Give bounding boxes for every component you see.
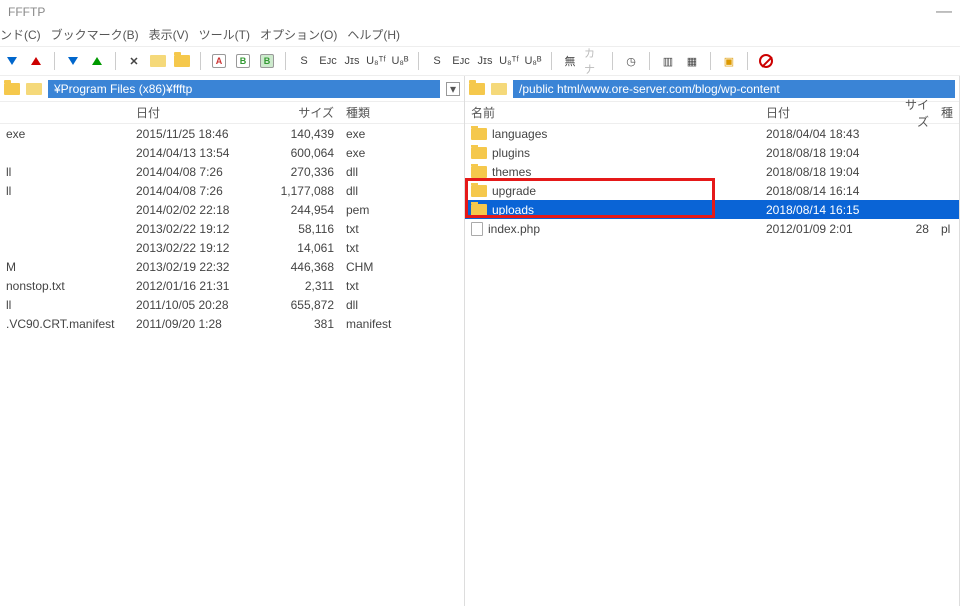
delete-icon[interactable]: ✕	[124, 51, 144, 71]
file-row[interactable]: ll2014/04/08 7:261,177,088dll	[0, 181, 464, 200]
header-kind[interactable]: 種	[935, 102, 959, 123]
file-row[interactable]: .VC90.CRT.manifest2011/09/20 1:28381mani…	[0, 314, 464, 333]
file-row[interactable]: M2013/02/19 22:32446,368CHM	[0, 257, 464, 276]
file-row[interactable]: 2013/02/22 19:1258,116txt	[0, 219, 464, 238]
file-row[interactable]: nonstop.txt2012/01/16 21:312,311txt	[0, 276, 464, 295]
file-row[interactable]: upgrade2018/08/14 16:14	[465, 181, 959, 200]
newfolder-icon[interactable]	[172, 51, 192, 71]
enc2-euc-button[interactable]: Eᴊc	[451, 51, 471, 71]
opt-kana-button[interactable]: カナ	[584, 51, 604, 71]
toolbar: ✕ A B B S Eᴊc Jɪs U₈ᵀᶠ U₈ᴮ S Eᴊc Jɪs U₈ᵀ…	[0, 46, 960, 76]
mode-b-button[interactable]: B	[233, 51, 253, 71]
app-title: FFFTP	[8, 5, 45, 19]
remote-path-input[interactable]: /public html/www.ore-server.com/blog/wp-…	[513, 80, 955, 98]
header-name[interactable]: 名前	[465, 102, 760, 123]
enc-jis-button[interactable]: Jɪs	[342, 51, 362, 71]
enc-euc-button[interactable]: Eᴊc	[318, 51, 338, 71]
folder-up-icon[interactable]	[4, 83, 20, 95]
mode-a-button[interactable]: A	[209, 51, 229, 71]
local-path-input[interactable]: ¥Program Files (x86)¥ffftp	[48, 80, 440, 98]
menu-help[interactable]: ヘルプ(H)	[347, 26, 400, 44]
file-row[interactable]: uploads2018/08/14 16:15	[465, 200, 959, 219]
enc-u8b-button[interactable]: U₈ᴮ	[390, 51, 410, 71]
folder-icon	[471, 166, 487, 178]
download-icon[interactable]	[2, 51, 22, 71]
header-date[interactable]: 日付	[760, 102, 890, 123]
remote-file-list[interactable]: languages2018/04/04 18:43plugins2018/08/…	[465, 124, 959, 606]
local-headers: 日付 サイズ 種類	[0, 102, 464, 124]
menu-command[interactable]: ンド(C)	[0, 26, 41, 44]
enc2-jis-button[interactable]: Jɪs	[475, 51, 495, 71]
mode-b2-button[interactable]: B	[257, 51, 277, 71]
menu-option[interactable]: オプション(O)	[260, 26, 337, 44]
folder-icon	[471, 147, 487, 159]
local-file-list[interactable]: exe2015/11/25 18:46140,439exe2014/04/13 …	[0, 124, 464, 606]
menu-bar: ンド(C) ブックマーク(B) 表示(V) ツール(T) オプション(O) ヘル…	[0, 24, 960, 46]
rename2-icon[interactable]: ▣	[719, 51, 739, 71]
rename-icon[interactable]	[148, 51, 168, 71]
enc2-u8b-button[interactable]: U₈ᴮ	[523, 51, 543, 71]
folder-up-icon[interactable]	[469, 83, 485, 95]
enc-s-button[interactable]: S	[294, 51, 314, 71]
folder-icon	[471, 185, 487, 197]
folder-open-icon[interactable]	[491, 83, 507, 95]
file-icon	[471, 222, 483, 236]
remote-path-bar: /public html/www.ore-server.com/blog/wp-…	[465, 76, 959, 102]
file-row[interactable]: plugins2018/08/18 19:04	[465, 143, 959, 162]
header-size[interactable]: サイズ	[270, 102, 340, 123]
file-row[interactable]: ll2014/04/08 7:26270,336dll	[0, 162, 464, 181]
enc2-s-button[interactable]: S	[427, 51, 447, 71]
download2-icon[interactable]	[63, 51, 83, 71]
opt-mu-button[interactable]: 無	[560, 51, 580, 71]
local-pane: ¥Program Files (x86)¥ffftp ▾ 日付 サイズ 種類 e…	[0, 76, 465, 606]
file-row[interactable]: 2014/02/02 22:18244,954pem	[0, 200, 464, 219]
file-row[interactable]: themes2018/08/18 19:04	[465, 162, 959, 181]
upload2-icon[interactable]	[87, 51, 107, 71]
file-row[interactable]: index.php2012/01/09 2:0128pl	[465, 219, 959, 238]
clock-icon[interactable]: ◷	[621, 51, 641, 71]
remote-pane: /public html/www.ore-server.com/blog/wp-…	[465, 76, 960, 606]
folder-icon	[471, 204, 487, 216]
header-date[interactable]: 日付	[130, 102, 270, 123]
enc-utf-button[interactable]: U₈ᵀᶠ	[366, 51, 386, 71]
title-bar: FFFTP —	[0, 0, 960, 24]
file-row[interactable]: ll2011/10/05 20:28655,872dll	[0, 295, 464, 314]
folder-open-icon[interactable]	[26, 83, 42, 95]
menu-tool[interactable]: ツール(T)	[199, 26, 250, 44]
list-view-icon[interactable]: ▥	[658, 51, 678, 71]
remote-headers: 名前 日付 サイズ 種	[465, 102, 959, 124]
header-kind[interactable]: 種類	[340, 102, 400, 123]
header-name[interactable]	[0, 111, 130, 115]
upload-icon[interactable]	[26, 51, 46, 71]
menu-bookmark[interactable]: ブックマーク(B)	[51, 26, 139, 44]
folder-icon	[471, 128, 487, 140]
file-row[interactable]: 2013/02/22 19:1214,061txt	[0, 238, 464, 257]
path-dropdown-button[interactable]: ▾	[446, 82, 460, 96]
file-row[interactable]: languages2018/04/04 18:43	[465, 124, 959, 143]
menu-view[interactable]: 表示(V)	[149, 26, 189, 44]
local-path-bar: ¥Program Files (x86)¥ffftp ▾	[0, 76, 464, 102]
detail-view-icon[interactable]: ▦	[682, 51, 702, 71]
minimize-button[interactable]: —	[936, 3, 952, 21]
stop-icon[interactable]	[756, 51, 776, 71]
enc2-utf-button[interactable]: U₈ᵀᶠ	[499, 51, 519, 71]
file-row[interactable]: exe2015/11/25 18:46140,439exe	[0, 124, 464, 143]
file-row[interactable]: 2014/04/13 13:54600,064exe	[0, 143, 464, 162]
